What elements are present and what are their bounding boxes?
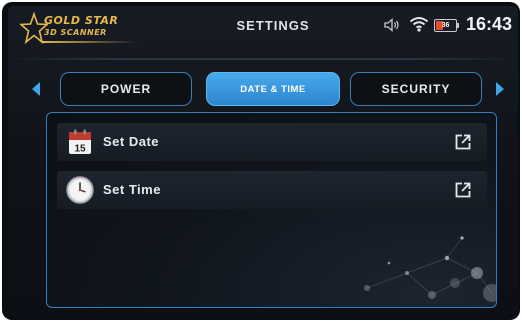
header-divider (8, 58, 518, 60)
open-external-icon[interactable] (454, 181, 472, 199)
tab-power[interactable]: POWER (60, 72, 192, 106)
brand-logo: GOLD STAR 3D SCANNER (20, 10, 140, 50)
calendar-day-text: 15 (74, 144, 86, 155)
battery-tip (457, 23, 459, 28)
speaker-icon[interactable] (384, 18, 400, 32)
wifi-icon[interactable] (409, 16, 429, 32)
status-bar: GOLD STAR 3D SCANNER SETTINGS 36 16:43 (8, 6, 518, 46)
battery-indicator: 36 (434, 19, 460, 32)
set-time-label: Set Time (103, 182, 161, 197)
open-external-icon[interactable] (454, 133, 472, 151)
calendar-icon: 15 (69, 129, 91, 155)
page-title: SETTINGS (236, 18, 310, 33)
list-item-set-date[interactable]: 15 Set Date (57, 123, 487, 161)
clock: 16:43 (466, 14, 513, 34)
list-item-set-time[interactable]: Set Time (57, 171, 487, 209)
settings-panel: 15 Set Date Set Time (46, 112, 497, 308)
logo-text-gold-star: GOLD STAR (44, 14, 119, 27)
device-frame: GOLD STAR 3D SCANNER SETTINGS 36 16:43 P… (2, 2, 520, 320)
clock-icon (66, 176, 94, 204)
tab-security[interactable]: SECURITY (350, 72, 482, 106)
tab-scroll-left-icon[interactable] (32, 82, 40, 96)
set-date-label: Set Date (103, 134, 160, 149)
decorative-particles (364, 236, 496, 302)
battery-label: 36 (441, 22, 450, 29)
tab-date-time[interactable]: DATE & TIME (206, 72, 340, 106)
logo-text-3d-scanner: 3D SCANNER (44, 28, 107, 37)
screen: GOLD STAR 3D SCANNER SETTINGS 36 16:43 P… (8, 6, 518, 314)
tab-scroll-right-icon[interactable] (496, 82, 504, 96)
logo-underline (42, 41, 137, 43)
